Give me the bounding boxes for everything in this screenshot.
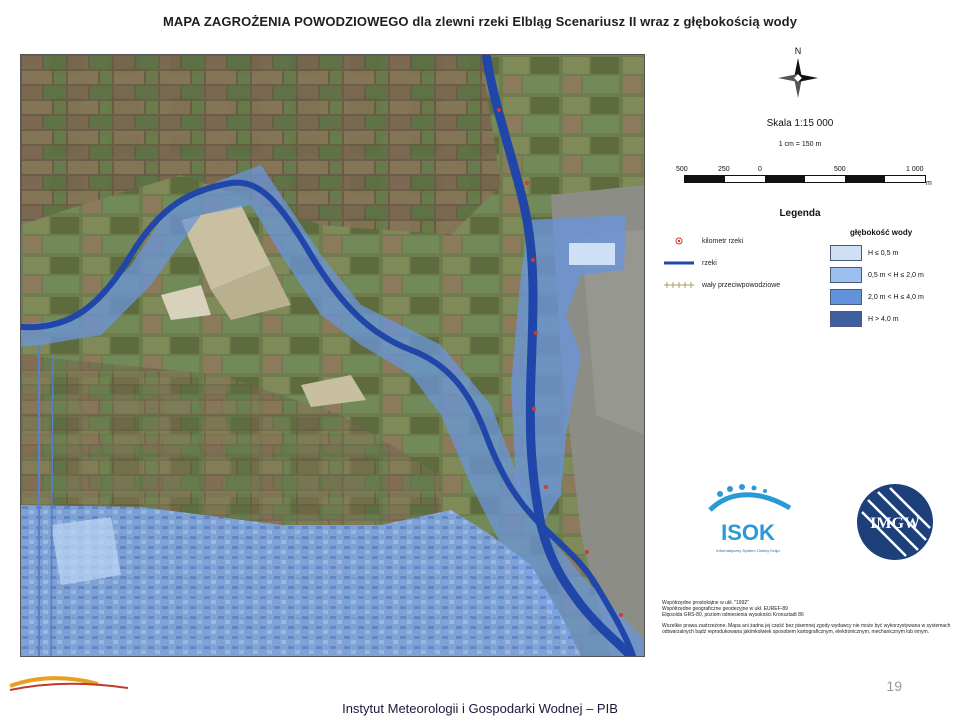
depth-class: H > 4,0 m [830, 308, 924, 330]
km-marker [534, 331, 538, 335]
map-notes: Współrzędne prostokątne w ukł. "1992" Ws… [662, 600, 952, 639]
partner-logos: ISOK Informatyczny System Osłony Kraju I… [708, 484, 933, 560]
scale-label: Skala 1:15 000 [766, 118, 834, 129]
depth-class-label: H ≤ 0,5 m [868, 249, 899, 257]
depth-legend: H ≤ 0,5 m 0,5 m < H ≤ 2,0 m 2,0 m < H ≤ … [830, 242, 924, 330]
slide-number: 19 [886, 678, 902, 694]
map-canvas [21, 55, 644, 656]
legend-item-label: rzeki [702, 259, 717, 267]
river-line-icon [664, 261, 694, 265]
depth-swatch [830, 311, 862, 327]
legend-item-km: kilometr rzeki [664, 230, 814, 252]
km-marker [531, 258, 535, 262]
coord-note: Elipsoida GRS-80, poziom odniesienia wys… [662, 612, 804, 619]
depth-class-label: H > 4,0 m [868, 315, 899, 323]
scale-tick: 250 [718, 166, 730, 173]
depth-class: 2,0 m < H ≤ 4,0 m [830, 286, 924, 308]
coord-note: Współrzędne geograficzne geodezyjne w uk… [662, 606, 788, 613]
km-marker [497, 108, 501, 112]
km-marker [619, 613, 623, 617]
km-marker [544, 485, 548, 489]
coord-note: Współrzędne prostokątne w ukł. "1992" [662, 600, 749, 606]
scale-tick: 1 000 [906, 166, 924, 173]
north-label: N [795, 46, 802, 56]
depth-legend-title: głębokość wody [850, 228, 913, 237]
map-sheet: MAPA ZAGROŻENIA POWODZIOWEGO dla zlewni … [0, 0, 960, 676]
scale-unit-note: 1 cm = 150 m [778, 141, 822, 148]
north-arrow-icon: N [778, 46, 818, 98]
legend-item-label: wały przeciwpowodziowe [702, 281, 781, 289]
depth-class: 0,5 m < H ≤ 2,0 m [830, 264, 924, 286]
map-legend-panel: N Skala 1:15 000 1 cm = 150 m 500 250 0 … [650, 40, 950, 660]
footer-logo [9, 676, 129, 691]
isok-logo: ISOK Informatyczny System Osłony Kraju [708, 484, 792, 553]
depth-class-label: 0,5 m < H ≤ 2,0 m [868, 271, 924, 279]
isok-subtitle: Informatyczny System Osłony Kraju [716, 548, 779, 553]
legend-symbols: kilometr rzeki rzeki wały przeciwpowodzi… [664, 230, 814, 296]
scale-tick: 500 [676, 166, 688, 173]
levee-line-icon [664, 282, 694, 288]
depth-swatch [830, 267, 862, 283]
legend-title: Legenda [779, 208, 821, 219]
km-marker-icon [675, 237, 683, 245]
legend-item-levees: wały przeciwpowodziowe [664, 274, 814, 296]
scale-unit: m [926, 180, 932, 187]
depth-swatch [830, 245, 862, 261]
copyright-note: Wszelkie prawa zastrzeżone. Mapa ani żad… [662, 622, 951, 635]
legend-item-label: kilometr rzeki [702, 237, 744, 245]
km-marker [525, 181, 529, 185]
depth-class-label: 2,0 m < H ≤ 4,0 m [868, 293, 924, 301]
km-marker [585, 550, 589, 554]
legend-item-rivers: rzeki [664, 252, 814, 274]
map-frame[interactable] [20, 54, 645, 657]
footer-text: Instytut Meteorologii i Gospodarki Wodne… [342, 701, 618, 716]
km-marker [532, 407, 536, 411]
imgw-name: IMGW [870, 515, 920, 532]
scale-bar [684, 175, 926, 183]
scale-tick: 500 [834, 166, 846, 173]
map-title: MAPA ZAGROŻENIA POWODZIOWEGO dla zlewni … [162, 14, 798, 29]
depth-swatch [830, 289, 862, 305]
scale-tick: 0 [758, 166, 762, 173]
imgw-logo: IMGW [857, 484, 933, 560]
isok-name: ISOK [721, 520, 775, 545]
depth-class: H ≤ 0,5 m [830, 242, 924, 264]
